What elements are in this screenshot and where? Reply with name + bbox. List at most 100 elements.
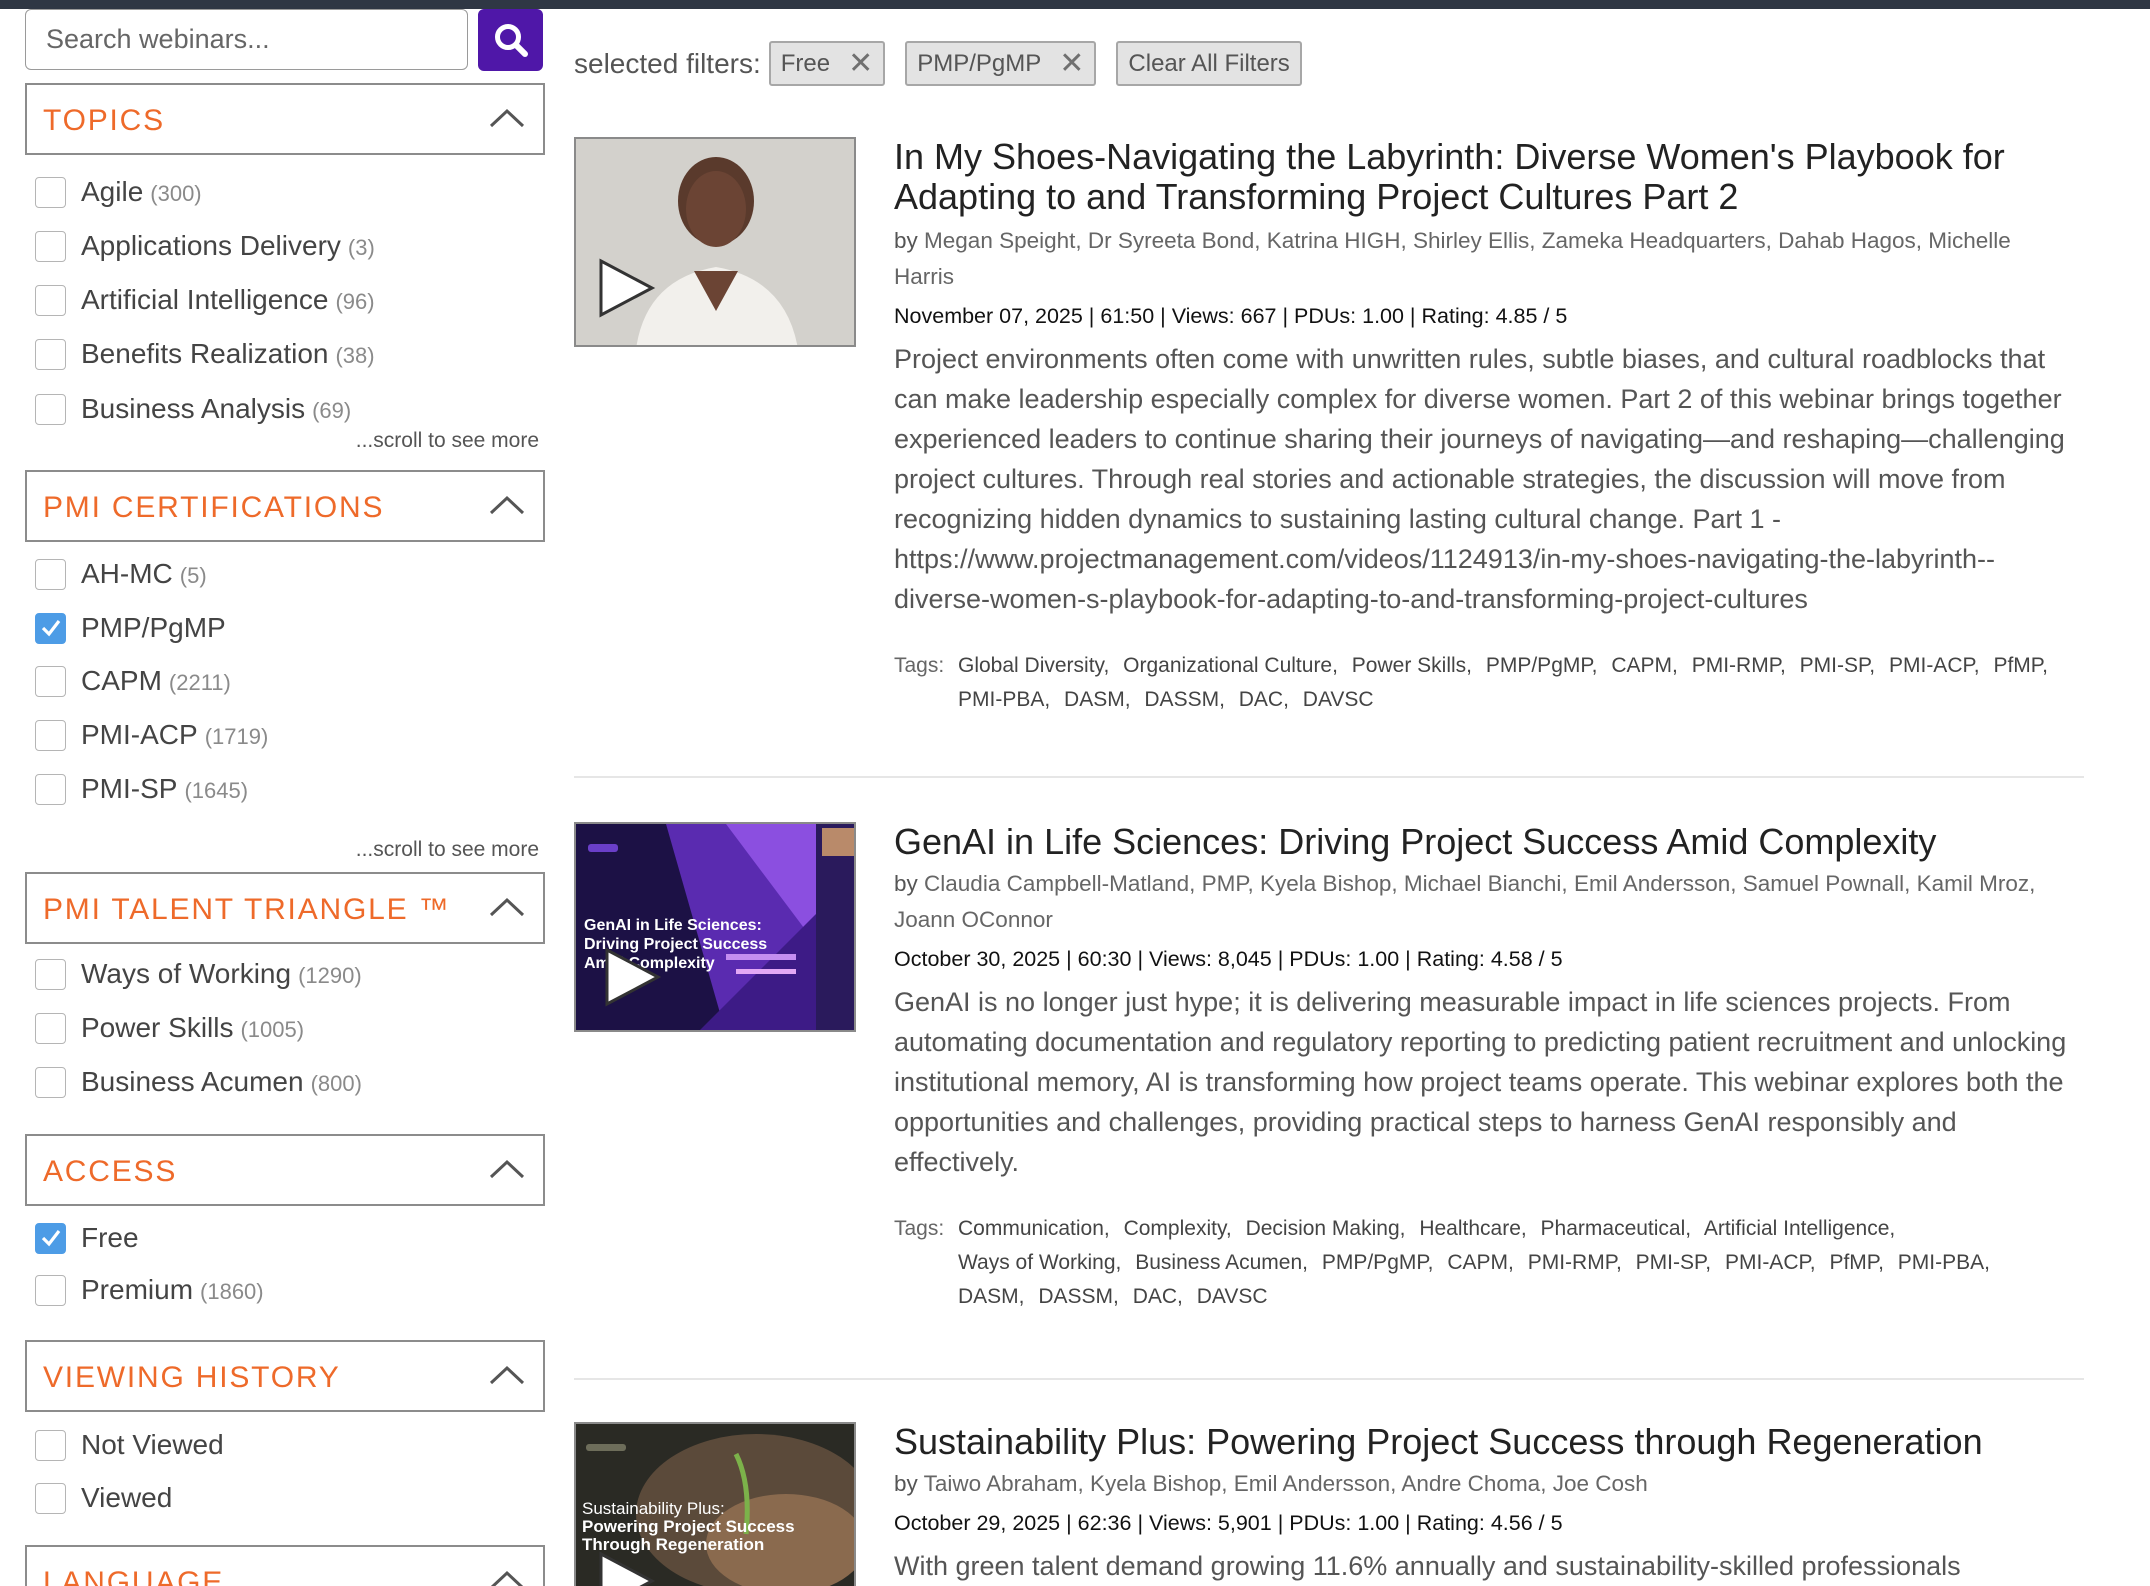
tag[interactable]: PMI-ACP, [1889,654,1980,677]
tag[interactable]: PMI-SP, [1800,654,1875,677]
tag[interactable]: Artificial Intelligence, [1704,1217,1895,1240]
checkbox[interactable] [35,1274,66,1306]
filter-chip-free[interactable]: Free ✕ [768,41,886,86]
presenter-names[interactable]: Megan Speight, Dr Syreeta Bond, Katrina … [894,228,2011,289]
tag[interactable]: PfMP, [1829,1251,1883,1274]
facet-item-ways-of-working[interactable]: Ways of Working (1290) [35,954,362,994]
tag[interactable]: DASM, [1064,688,1131,711]
facet-item-pmp-pgmp[interactable]: PMP/PgMP [35,608,226,648]
tag[interactable]: Global Diversity, [958,654,1109,677]
checkbox-checked[interactable] [35,612,66,644]
chevron-up-icon[interactable] [487,1156,527,1182]
facet-header-talent-triangle[interactable]: PMI TALENT TRIANGLE ™ [25,872,545,944]
tag[interactable]: PMP/PgMP, [1322,1251,1434,1274]
checkbox[interactable] [35,665,66,697]
checkbox[interactable] [35,1429,66,1461]
tag[interactable]: PMI-PBA, [958,688,1050,711]
checkbox[interactable] [35,338,66,370]
facet-item-free[interactable]: Free [35,1218,139,1258]
presenter-names[interactable]: Taiwo Abraham, Kyela Bishop, Emil Anders… [924,1471,1648,1496]
play-icon[interactable] [596,1550,656,1586]
facet-item-business-acumen[interactable]: Business Acumen (800) [35,1062,362,1102]
facet-item-premium[interactable]: Premium (1860) [35,1270,264,1310]
search-button[interactable] [478,9,543,71]
checkbox-checked[interactable] [35,1222,66,1254]
chevron-up-icon[interactable] [487,105,527,131]
webinar-thumbnail[interactable]: GenAI in Life Sciences: Driving Project … [574,822,856,1032]
checkbox[interactable] [35,719,66,751]
close-icon[interactable]: ✕ [848,48,873,79]
tag[interactable]: Healthcare, [1419,1217,1526,1240]
checkbox[interactable] [35,284,66,316]
chevron-up-icon[interactable] [487,1567,527,1586]
tag[interactable]: PMI-ACP, [1725,1251,1816,1274]
checkbox[interactable] [35,1482,66,1514]
facet-item-viewed[interactable]: Viewed [35,1478,172,1518]
tag[interactable]: DAVSC [1303,688,1374,711]
chevron-up-icon[interactable] [487,492,527,518]
tag[interactable]: Decision Making, [1246,1217,1406,1240]
tag[interactable]: Business Acumen, [1135,1251,1308,1274]
facet-item-applications-delivery[interactable]: Applications Delivery (3) [35,226,375,266]
play-icon[interactable] [596,257,656,319]
tag[interactable]: Pharmaceutical, [1541,1217,1692,1240]
chevron-up-icon[interactable] [487,894,527,920]
facet-header-access[interactable]: ACCESS [25,1134,545,1206]
webinar-thumbnail[interactable] [574,137,856,347]
chevron-up-icon[interactable] [487,1362,527,1388]
tag[interactable]: Organizational Culture, [1123,654,1338,677]
tag[interactable]: CAPM, [1611,654,1678,677]
search-input[interactable] [25,9,468,70]
facet-header-topics[interactable]: TOPICS [25,83,545,155]
filter-chip-pmp-pgmp[interactable]: PMP/PgMP ✕ [905,41,1097,86]
checkbox[interactable] [35,230,66,262]
tag[interactable]: DASM, [958,1285,1025,1308]
tag[interactable]: PMI-RMP, [1692,654,1786,677]
play-icon[interactable] [602,946,662,1008]
checkbox[interactable] [35,176,66,208]
tag[interactable]: PMI-RMP, [1528,1251,1622,1274]
presenter-names[interactable]: Claudia Campbell-Matland, PMP, Kyela Bis… [894,871,2035,932]
close-icon[interactable]: ✕ [1059,48,1084,79]
checkbox[interactable] [35,1066,66,1098]
tag[interactable]: CAPM, [1447,1251,1514,1274]
facet-item-pmi-acp[interactable]: PMI-ACP (1719) [35,715,268,755]
facet-item-capm[interactable]: CAPM (2211) [35,661,231,701]
webinar-title[interactable]: In My Shoes-Navigating the Labyrinth: Di… [894,137,2074,221]
facet-item-artificial-intelligence[interactable]: Artificial Intelligence (96) [35,280,375,320]
tag[interactable]: Communication, [958,1217,1110,1240]
tag[interactable]: PfMP, [1993,654,2047,677]
tag[interactable]: DAVSC [1197,1285,1268,1308]
tag[interactable]: Power Skills, [1352,654,1472,677]
clear-all-filters-button[interactable]: Clear All Filters [1116,41,1302,86]
facet-header-viewing-history[interactable]: VIEWING HISTORY [25,1340,545,1412]
webinar-title[interactable]: GenAI in Life Sciences: Driving Project … [894,822,2074,864]
facet-item-agile[interactable]: Agile (300) [35,172,202,212]
tag[interactable]: PMI-SP, [1636,1251,1711,1274]
facet-header-language[interactable]: LANGUAGE [25,1545,545,1586]
tag[interactable]: PMP/PgMP, [1486,654,1598,677]
facet-item-not-viewed[interactable]: Not Viewed [35,1425,224,1465]
tag[interactable]: Complexity, [1124,1217,1232,1240]
facet-item-benefits-realization[interactable]: Benefits Realization (38) [35,334,375,374]
tag[interactable]: DASSM, [1038,1285,1119,1308]
facet-header-certifications[interactable]: PMI CERTIFICATIONS [25,470,545,542]
scroll-hint: ...scroll to see more [355,429,539,452]
facet-item-business-analysis[interactable]: Business Analysis (69) [35,389,351,429]
checkbox[interactable] [35,558,66,590]
tag[interactable]: DAC, [1239,688,1289,711]
facet-item-power-skills[interactable]: Power Skills (1005) [35,1008,304,1048]
tag[interactable]: DASSM, [1144,688,1225,711]
facet-item-label: Viewed [81,1482,173,1513]
checkbox[interactable] [35,773,66,805]
checkbox[interactable] [35,958,66,990]
facet-item-ah-mc[interactable]: AH-MC (5) [35,554,207,594]
webinar-thumbnail[interactable]: Sustainability Plus: Powering Project Su… [574,1422,856,1586]
facet-item-pmi-sp[interactable]: PMI-SP (1645) [35,769,248,809]
tag[interactable]: PMI-PBA, [1898,1251,1990,1274]
checkbox[interactable] [35,393,66,425]
checkbox[interactable] [35,1012,66,1044]
tag[interactable]: DAC, [1133,1285,1183,1308]
webinar-title[interactable]: Sustainability Plus: Powering Project Su… [894,1422,2074,1464]
tag[interactable]: Ways of Working, [958,1251,1121,1274]
